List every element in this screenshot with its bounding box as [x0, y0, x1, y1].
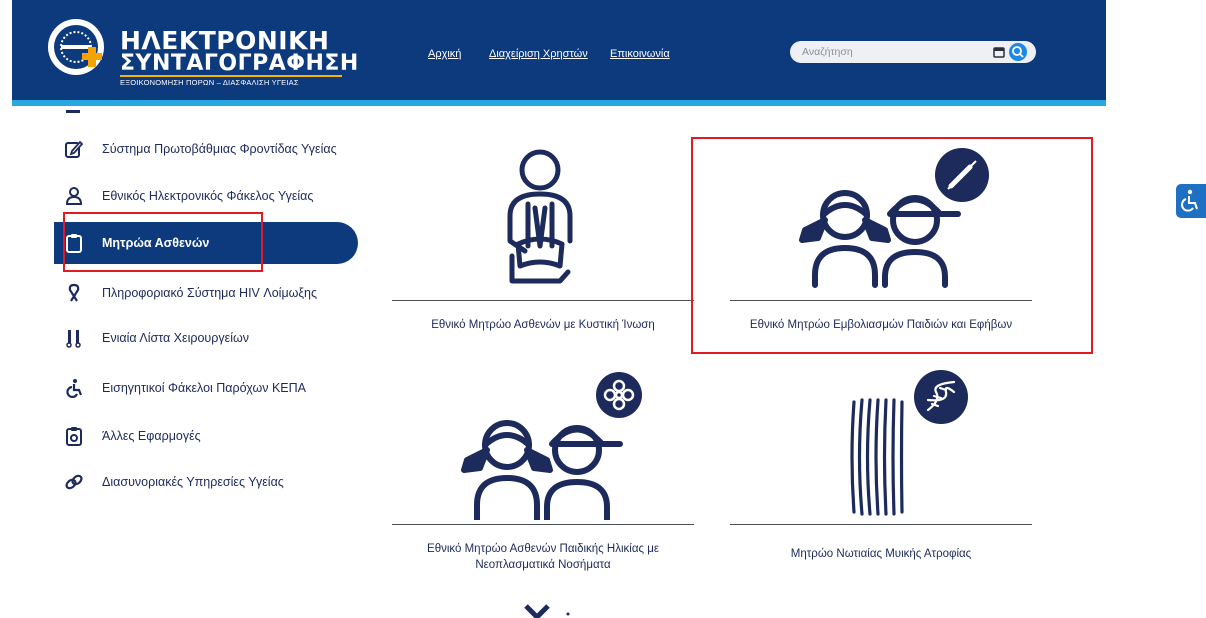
sidebar-item-label: Διασυνοριακές Υπηρεσίες Υγείας — [102, 475, 284, 489]
search-placeholder: Αναζήτηση — [802, 46, 853, 58]
ribbon-icon — [68, 283, 80, 302]
edit-icon — [65, 140, 84, 158]
link-icon — [65, 474, 83, 490]
search-button[interactable] — [1009, 43, 1027, 61]
header-edge-right — [1106, 0, 1206, 110]
card-pediatric-oncology[interactable] — [392, 370, 694, 520]
card-spinal-muscular-atrophy[interactable] — [730, 370, 1032, 520]
children-icon — [461, 420, 623, 520]
card-divider — [730, 524, 1032, 525]
highlight-box-vaccinations — [691, 137, 1093, 354]
sidebar-item-hiv[interactable]: Πληροφοριακό Σύστημα HIV Λοίμωξης — [64, 281, 317, 305]
wheelchair-icon — [66, 379, 83, 398]
sidebar-item-label: Σύστημα Πρωτοβάθμιας Φροντίδας Υγείας — [102, 142, 337, 156]
sidebar-item-kepa[interactable]: Εισηγητικοί Φάκελοι Παρόχων ΚΕΠΑ — [64, 376, 306, 400]
card-title-cystic-fibrosis[interactable]: Εθνικό Μητρώο Ασθενών με Κυστική Ίνωση — [392, 319, 694, 331]
card-divider — [392, 524, 694, 525]
nav-contact[interactable]: Επικοινωνία — [610, 48, 670, 60]
calendar-icon[interactable] — [993, 46, 1005, 58]
card-title-pediatric-oncology-line2[interactable]: Νεοπλασματικά Νοσήματα — [392, 559, 694, 571]
flower-icon[interactable] — [596, 372, 642, 418]
search-icon — [1012, 46, 1024, 58]
header-stripe — [0, 100, 1206, 106]
sidebar-item-label: Εθνικός Ηλεκτρονικός Φάκελος Υγείας — [102, 189, 314, 203]
seated-person-icon — [507, 149, 573, 284]
sidebar-item-cross-border[interactable]: Διασυνοριακές Υπηρεσίες Υγείας — [64, 470, 284, 494]
sidebar-item-label: Ενιαία Λίστα Χειρουργείων — [102, 331, 249, 345]
search-input[interactable]: Αναζήτηση — [790, 41, 1036, 63]
card-title-sma[interactable]: Μητρώο Νωτιαίας Μυικής Ατροφίας — [730, 548, 1032, 560]
logo-title-line2: ΣΥΝΤΑΓΟΓΡΑΦΗΣΗ — [120, 51, 359, 76]
user-icon — [65, 187, 83, 205]
header-edge-left — [0, 0, 12, 110]
surgical-tools-icon — [66, 330, 81, 348]
accessibility-button[interactable] — [1176, 184, 1206, 218]
highlight-box-sidebar — [63, 212, 263, 272]
sidebar-item-label: Άλλες Εφαρμογές — [102, 429, 201, 443]
clipboard-check-icon — [66, 427, 82, 446]
nav-home[interactable]: Αρχική — [428, 48, 461, 60]
accessibility-icon — [1181, 189, 1198, 212]
scrolled-off-divider — [66, 110, 80, 113]
logo-underline — [120, 75, 342, 77]
sidebar-item-surgeries[interactable]: Ενιαία Λίστα Χειρουργείων — [64, 326, 249, 350]
logo-tagline: ΕΞΟΙΚΟΝΟΜΗΣΗ ΠΟΡΩΝ – ΔΙΑΣΦΑΛΙΣΗ ΥΓΕΙΑΣ — [120, 78, 299, 87]
muscle-fiber-icon — [850, 398, 904, 516]
partial-card-icon — [524, 604, 570, 618]
card-divider — [392, 300, 694, 301]
sidebar-item-primary-care[interactable]: Σύστημα Πρωτοβάθμιας Φροντίδας Υγείας — [64, 137, 337, 161]
sidebar-item-health-record[interactable]: Εθνικός Ηλεκτρονικός Φάκελος Υγείας — [64, 184, 313, 208]
sidebar-item-other-apps[interactable]: Άλλες Εφαρμογές — [64, 424, 201, 448]
site-header: ΗΛΕΚΤΡΟΝΙΚΗ ΣΥΝΤΑΓΟΓΡΑΦΗΣΗ ΕΞΟΙΚΟΝΟΜΗΣΗ … — [0, 0, 1206, 110]
site-logo[interactable]: ΗΛΕΚΤΡΟΝΙΚΗ ΣΥΝΤΑΓΟΓΡΑΦΗΣΗ ΕΞΟΙΚΟΝΟΜΗΣΗ … — [46, 12, 358, 87]
nav-user-management[interactable]: Διαχείριση Χρηστών — [489, 48, 588, 60]
sidebar-item-label: Εισηγητικοί Φάκελοι Παρόχων ΚΕΠΑ — [102, 381, 307, 395]
sidebar-item-label: Πληροφοριακό Σύστημα HIV Λοίμωξης — [102, 286, 317, 300]
dna-icon[interactable] — [914, 370, 968, 424]
logo-emblem-icon — [48, 19, 104, 75]
card-title-pediatric-oncology-line1[interactable]: Εθνικό Μητρώο Ασθενών Παιδικής Ηλικίας μ… — [392, 543, 694, 555]
